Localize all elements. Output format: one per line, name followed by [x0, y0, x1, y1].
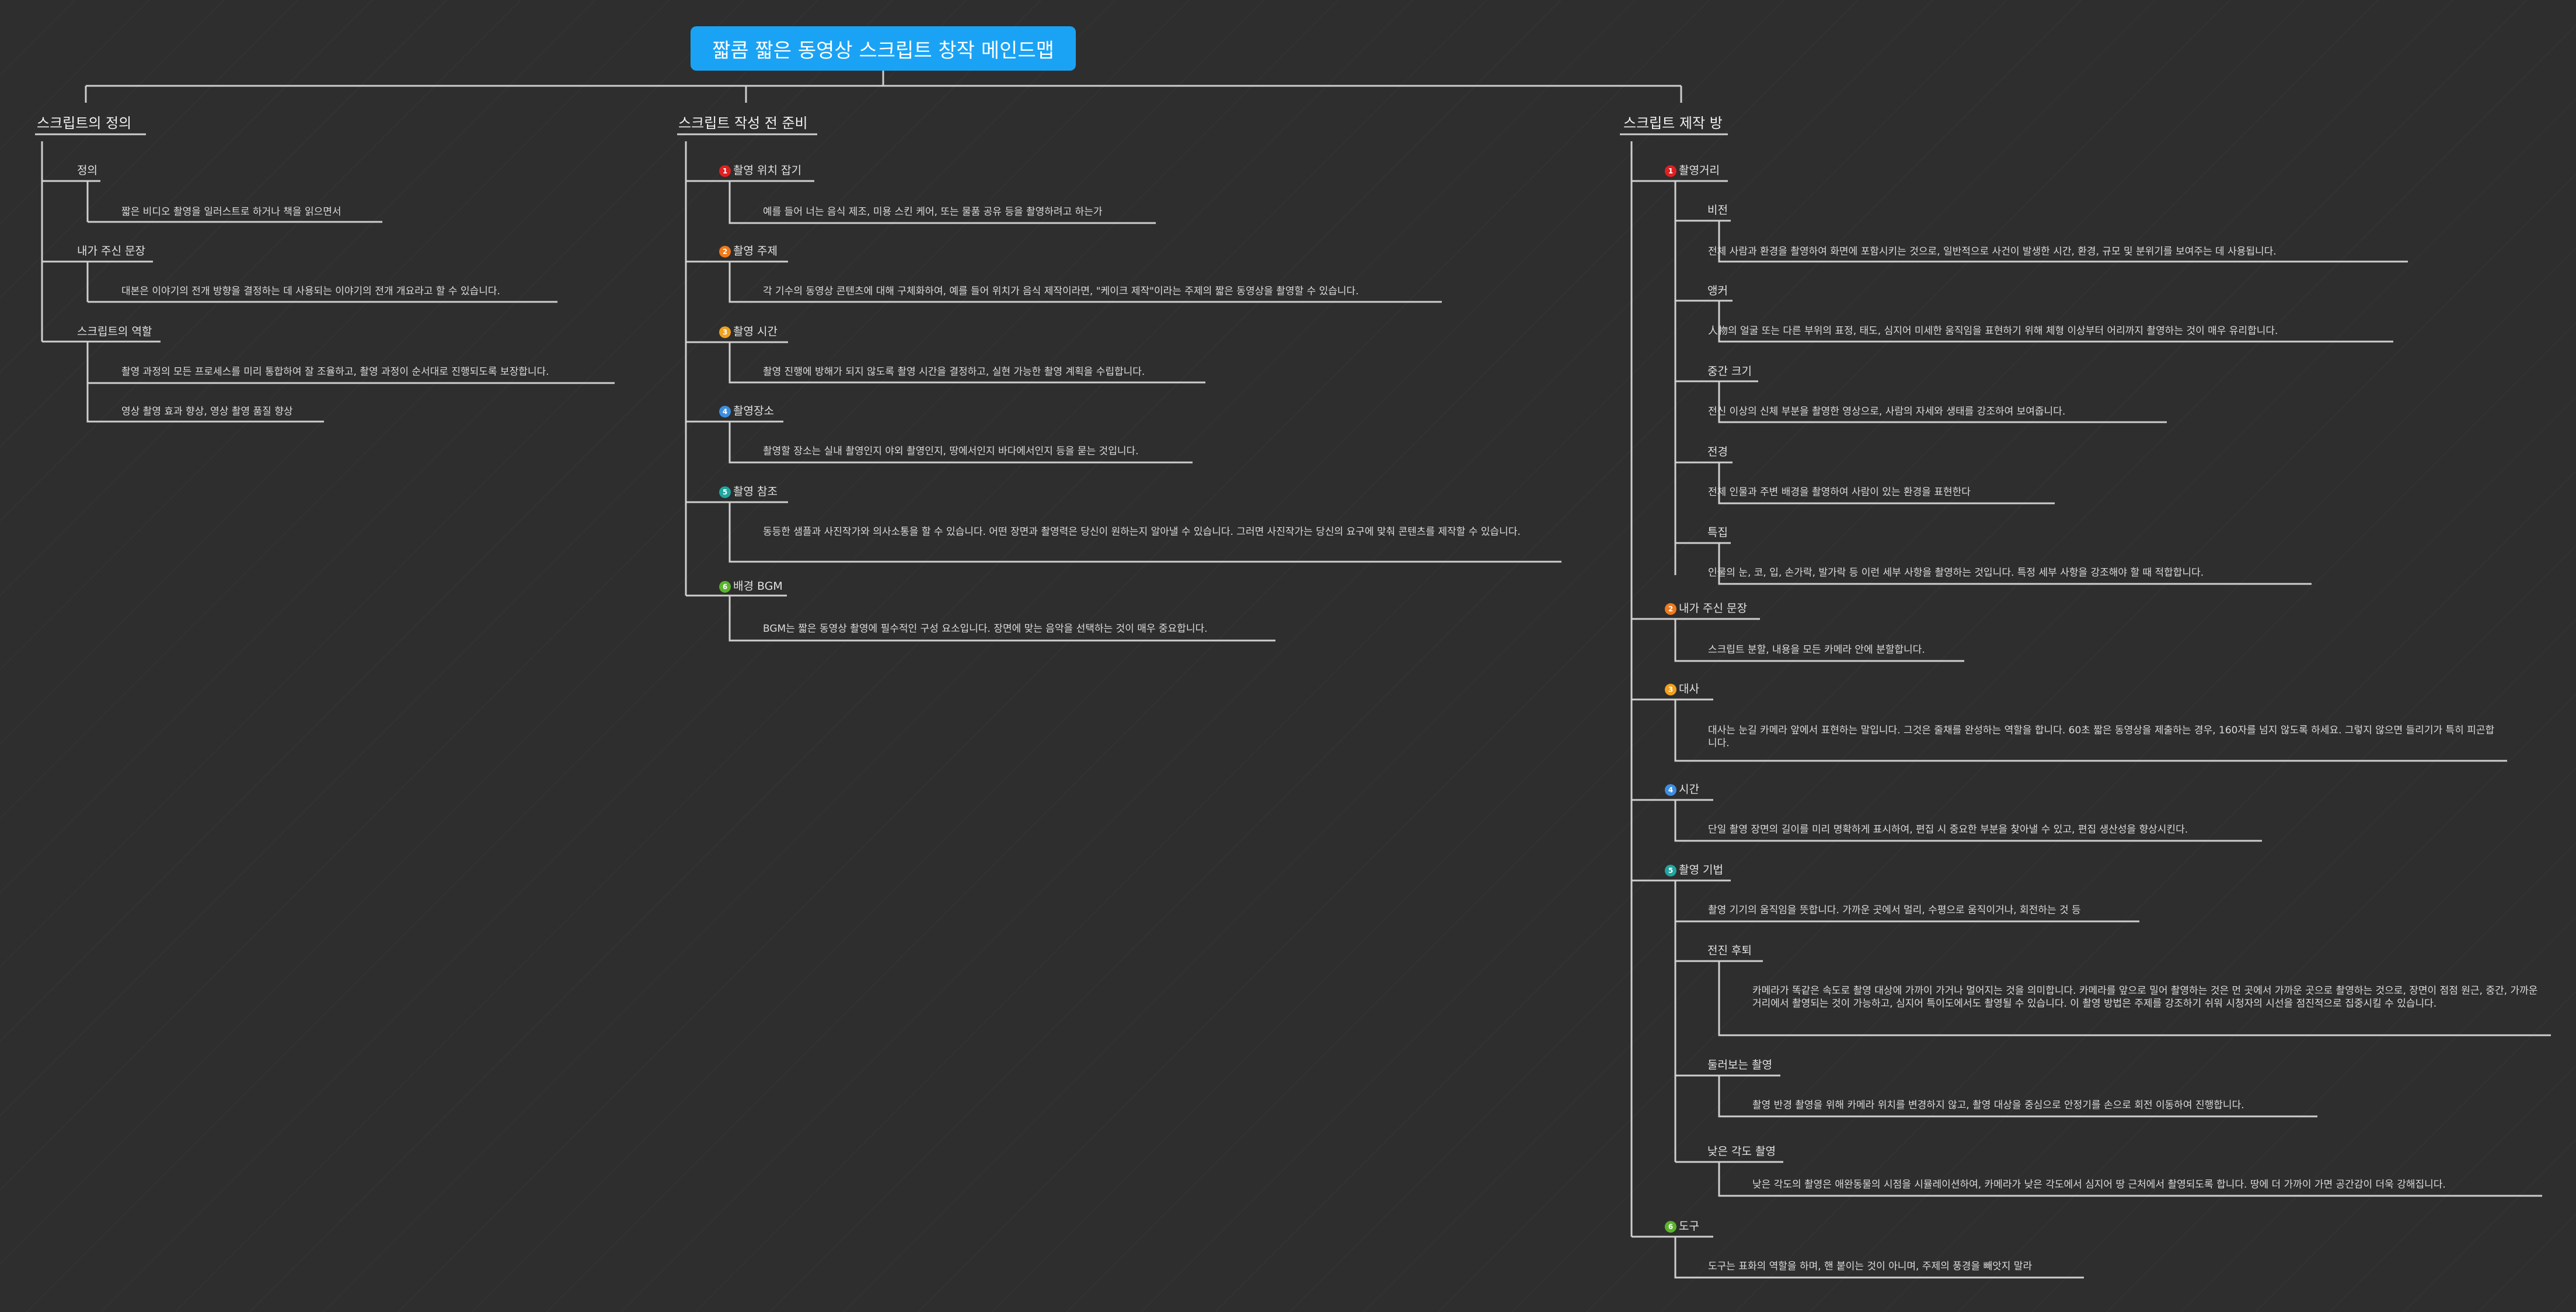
detail-anchor[interactable]: 人物의 얼굴 또는 다른 부위의 표정, 태도, 심지어 미세한 움직임을 표현…: [1708, 325, 2278, 337]
sub-vision[interactable]: 비전: [1707, 203, 1728, 218]
priority-3-icon: 3: [1665, 683, 1676, 695]
topic-location-label: 촬영 위치 잡기: [733, 164, 801, 177]
priority-1-icon: 1: [719, 165, 731, 177]
branch-production[interactable]: 스크립트 제작 방: [1623, 114, 1723, 133]
topic-time-label: 촬영 시간: [733, 325, 778, 338]
topic-given-sentence-2-label: 내가 주신 문장: [1679, 602, 1747, 615]
priority-1-icon: 1: [1665, 165, 1676, 177]
sub-full-shot[interactable]: 전경: [1707, 445, 1728, 460]
priority-2-icon: 2: [719, 245, 731, 257]
topic-props[interactable]: 6 도구: [1665, 1219, 1699, 1234]
topic-dialogue-label: 대사: [1679, 683, 1699, 695]
detail-subject[interactable]: 각 기수의 동영상 콘텐츠에 대해 구체화하여, 예를 들어 위치가 음식 제작…: [763, 285, 1359, 298]
priority-4-icon: 4: [1665, 784, 1676, 796]
topic-given-sentence[interactable]: 내가 주신 문장: [77, 244, 145, 259]
detail-definition[interactable]: 짧은 비디오 촬영을 일러스트로 하거나 책을 읽으면서: [121, 206, 341, 218]
detail-place[interactable]: 촬영할 장소는 실내 촬영인지 야외 촬영인지, 땅에서인지 바다에서인지 등을…: [763, 445, 1139, 458]
topic-technique[interactable]: 5 촬영 기법: [1665, 863, 1723, 878]
detail-vision[interactable]: 전체 사람과 환경을 촬영하여 화면에 포함시키는 것으로, 일반적으로 사건이…: [1708, 245, 2277, 258]
topic-shot-distance-label: 촬영거리: [1679, 164, 1720, 177]
sub-close-up[interactable]: 특집: [1707, 526, 1728, 540]
priority-6-icon: 6: [719, 580, 731, 593]
sub-low-angle[interactable]: 낮은 각도 촬영: [1707, 1144, 1776, 1159]
topic-technique-label: 촬영 기법: [1679, 864, 1723, 876]
detail-given-sentence[interactable]: 대본은 이야기의 전개 방향을 결정하는 데 사용되는 이야기의 전개 개요라고…: [121, 285, 500, 298]
detail-orbit[interactable]: 촬영 반경 촬영을 위해 카메라 위치를 변경하지 않고, 촬영 대상을 중심으…: [1752, 1099, 2244, 1112]
priority-5-icon: 5: [719, 486, 731, 498]
topic-definition[interactable]: 정의: [77, 163, 97, 178]
topic-duration-label: 시간: [1679, 783, 1699, 796]
sub-orbit[interactable]: 둘러보는 촬영: [1707, 1058, 1772, 1073]
detail-low-angle[interactable]: 낮은 각도의 촬영은 애완동물의 시점을 시뮬레이션하여, 카메라가 낮은 각도…: [1752, 1178, 2446, 1191]
priority-6-icon: 6: [1665, 1220, 1676, 1233]
priority-5-icon: 5: [1665, 864, 1676, 876]
detail-dialogue[interactable]: 대사는 눈길 카메라 앞에서 표현하는 말입니다. 그것은 줄채를 완성하는 역…: [1708, 724, 2499, 750]
detail-technique[interactable]: 촬영 기기의 움직임을 뜻합니다. 가까운 곳에서 멀리, 수평으로 움직이거나…: [1708, 904, 2081, 917]
detail-time[interactable]: 촬영 진행에 방해가 되지 않도록 촬영 시간을 결정하고, 실현 가능한 촬영…: [763, 366, 1145, 378]
topic-bgm-label: 배경 BGM: [733, 580, 783, 593]
topic-given-sentence-2[interactable]: 2 내가 주신 문장: [1665, 601, 1747, 616]
detail-full-shot[interactable]: 전체 인물과 주변 배경을 촬영하여 사람이 있는 환경을 표현한다: [1708, 486, 1971, 499]
sub-dolly[interactable]: 전진 후퇴: [1707, 944, 1752, 958]
connector-lines: [35, 71, 2551, 1279]
topic-subject-label: 촬영 주제: [733, 245, 778, 257]
detail-props[interactable]: 도구는 표화의 역할을 하며, 핸 붙이는 것이 아니며, 주제의 풍경을 빼앗…: [1708, 1260, 2032, 1273]
topic-reference-label: 촬영 참조: [733, 485, 778, 498]
topic-place[interactable]: 4 촬영장소: [719, 404, 774, 419]
topic-props-label: 도구: [1679, 1220, 1699, 1233]
topic-bgm[interactable]: 6 배경 BGM: [719, 579, 783, 594]
priority-2-icon: 2: [1665, 603, 1676, 615]
sub-medium-size[interactable]: 중간 크기: [1707, 364, 1752, 379]
topic-place-label: 촬영장소: [733, 405, 774, 417]
topic-reference[interactable]: 5 촬영 참조: [719, 485, 778, 499]
detail-duration[interactable]: 단일 촬영 장면의 길이를 미리 명확하게 표시하여, 편집 시 중요한 부분을…: [1708, 823, 2188, 836]
topic-subject[interactable]: 2 촬영 주제: [719, 244, 778, 259]
topic-shot-distance[interactable]: 1 촬영거리: [1665, 163, 1720, 178]
central-topic-text: 짧콤 짧은 동영상 스크립트 창작 메인드맵: [712, 39, 1054, 62]
detail-bgm[interactable]: BGM는 짧은 동영상 촬영에 필수적인 구성 요소입니다. 장면에 맞는 음악…: [763, 622, 1208, 635]
detail-close-up[interactable]: 인물의 눈, 코, 입, 손가락, 발가락 등 이런 세부 사항을 촬영하는 것…: [1708, 566, 2204, 579]
detail-given-sentence-2[interactable]: 스크립트 분할, 내용을 모든 카메라 안에 분할합니다.: [1708, 643, 1925, 656]
branch-definition[interactable]: 스크립트의 정의: [37, 114, 131, 133]
detail-location[interactable]: 예를 들어 너는 음식 제조, 미용 스킨 케어, 또는 물품 공유 등을 촬영…: [763, 206, 1103, 218]
central-topic[interactable]: 짧콤 짧은 동영상 스크립트 창작 메인드맵: [691, 26, 1076, 71]
detail-medium-size[interactable]: 전신 이상의 신체 부분을 촬영한 영상으로, 사람의 자세와 생태를 강조하여…: [1708, 405, 2065, 418]
priority-3-icon: 3: [719, 326, 731, 338]
priority-4-icon: 4: [719, 405, 731, 417]
branch-preparation[interactable]: 스크립트 작성 전 준비: [678, 114, 808, 133]
detail-dolly[interactable]: 카메라가 똑같은 속도로 촬영 대상에 가까이 가거나 멀어지는 것을 의미합니…: [1752, 984, 2543, 1010]
topic-location[interactable]: 1 촬영 위치 잡기: [719, 163, 801, 178]
topic-dialogue[interactable]: 3 대사: [1665, 682, 1699, 697]
topic-duration[interactable]: 4 시간: [1665, 782, 1699, 797]
topic-script-role[interactable]: 스크립트의 역할: [77, 325, 152, 339]
detail-script-role-2[interactable]: 영상 촬영 효과 향상, 영상 촬영 품질 향상: [121, 405, 292, 418]
sub-anchor[interactable]: 앵커: [1707, 284, 1728, 298]
detail-reference[interactable]: 동등한 샘플과 사진작가와 의사소통을 할 수 있습니다. 어떤 장면과 촬영력…: [763, 526, 1551, 538]
detail-script-role-1[interactable]: 촬영 과정의 모든 프로세스를 미리 통합하여 잘 조율하고, 촬영 과정이 순…: [121, 366, 549, 378]
topic-time[interactable]: 3 촬영 시간: [719, 325, 778, 339]
